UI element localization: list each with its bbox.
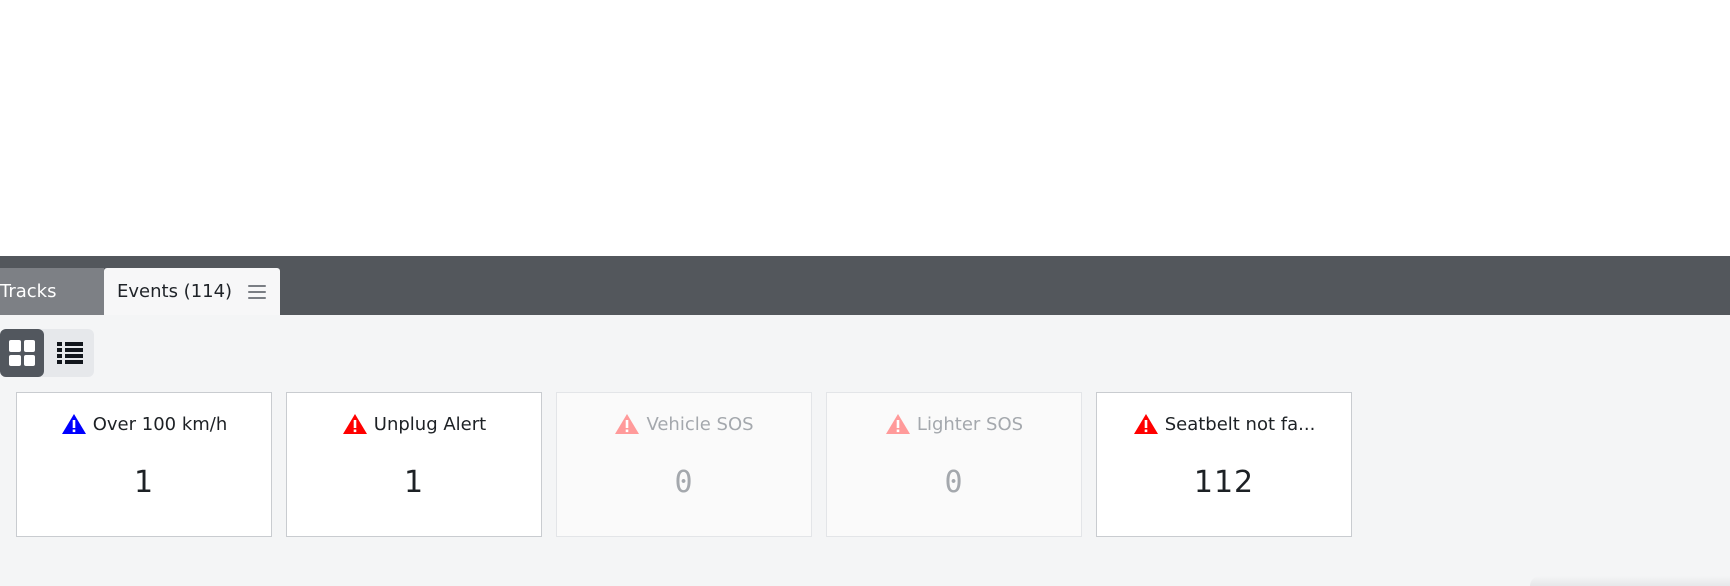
card-count: 0 — [674, 465, 694, 500]
view-toggle — [0, 329, 94, 377]
card-header: Vehicle SOS — [557, 413, 811, 435]
event-card-unplug-alert[interactable]: Unplug Alert 1 — [286, 392, 542, 537]
card-label: Unplug Alert — [373, 413, 487, 435]
grid-icon — [9, 340, 35, 366]
warning-triangle-icon — [342, 414, 367, 434]
bottom-tab-bar: Tracks Events (114) — [0, 256, 1730, 315]
card-header: Seatbelt not fa... — [1097, 413, 1351, 435]
card-header: Lighter SOS — [827, 413, 1081, 435]
event-card-lighter-sos[interactable]: Lighter SOS 0 — [826, 392, 1082, 537]
event-card-seatbelt[interactable]: Seatbelt not fa... 112 — [1096, 392, 1352, 537]
list-view-button[interactable] — [48, 329, 92, 377]
card-label: Over 100 km/h — [92, 413, 228, 435]
card-header: Over 100 km/h — [17, 413, 271, 435]
events-panel: Over 100 km/h 1 Unplug Alert 1 Vehicle S… — [0, 315, 1730, 586]
menu-icon[interactable] — [248, 284, 267, 299]
tab-events-label: Events (114) — [117, 281, 233, 302]
card-label: Lighter SOS — [916, 413, 1024, 435]
card-count: 112 — [1193, 465, 1255, 500]
event-card-over-100[interactable]: Over 100 km/h 1 — [16, 392, 272, 537]
card-label: Vehicle SOS — [646, 413, 754, 435]
tab-events[interactable]: Events (114) — [104, 268, 280, 315]
event-card-vehicle-sos[interactable]: Vehicle SOS 0 — [556, 392, 812, 537]
card-label: Seatbelt not fa... — [1164, 413, 1316, 435]
card-count: 0 — [944, 465, 964, 500]
tab-tracks-label: Tracks — [0, 281, 57, 302]
grid-view-button[interactable] — [0, 329, 44, 377]
card-header: Unplug Alert — [287, 413, 541, 435]
tab-tracks[interactable]: Tracks — [0, 268, 104, 315]
card-count: 1 — [403, 465, 425, 500]
warning-triangle-icon — [885, 414, 910, 434]
map-area-blank — [0, 0, 1730, 256]
event-cards: Over 100 km/h 1 Unplug Alert 1 Vehicle S… — [0, 392, 1730, 586]
warning-triangle-icon — [1133, 414, 1158, 434]
card-count: 1 — [133, 465, 155, 500]
scroll-shadow — [1530, 576, 1730, 586]
warning-triangle-icon — [615, 414, 640, 434]
warning-triangle-icon — [61, 414, 86, 434]
list-icon — [57, 342, 83, 364]
